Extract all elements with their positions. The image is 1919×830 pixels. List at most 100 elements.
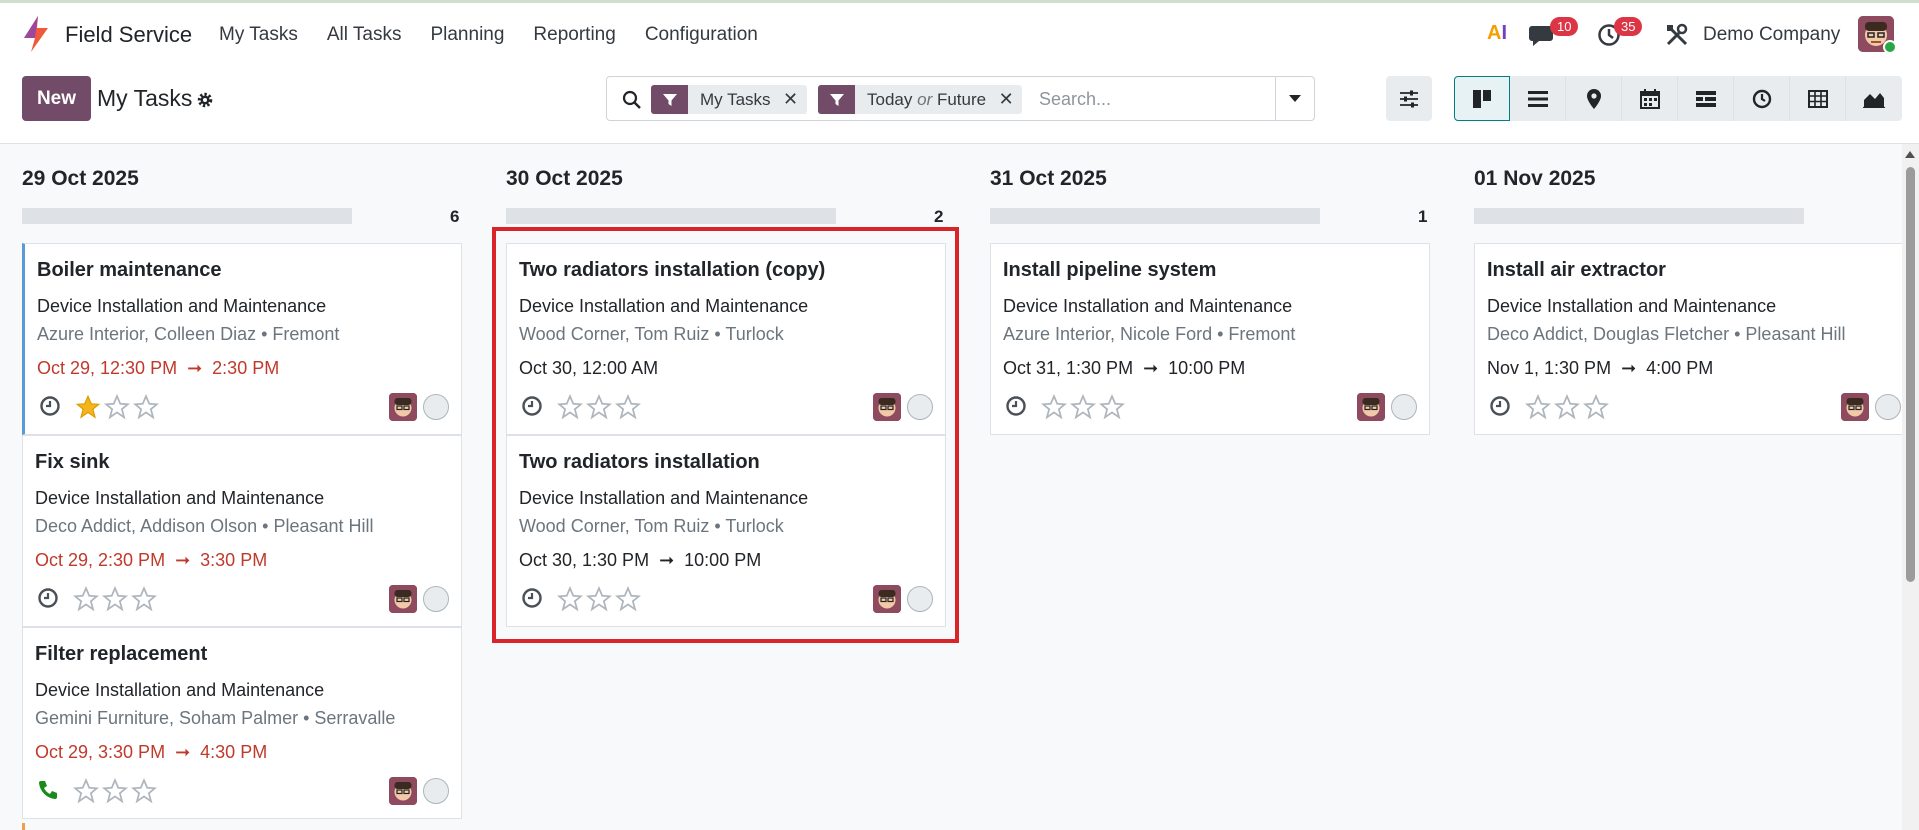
close-icon[interactable]: ✕ xyxy=(783,89,807,110)
menu-my-tasks[interactable]: My Tasks xyxy=(219,24,298,46)
task-state-toggle[interactable] xyxy=(423,394,449,420)
gantt-view-button[interactable] xyxy=(1678,76,1734,121)
star-icon[interactable] xyxy=(131,586,157,612)
star-icon[interactable] xyxy=(586,586,612,612)
kanban-column: 30 Oct 2025 2 Two radiators installation… xyxy=(506,144,946,830)
app-name[interactable]: Field Service xyxy=(65,22,192,48)
task-title: Install air extractor xyxy=(1487,259,1666,281)
clock-icon[interactable] xyxy=(1489,395,1511,417)
assignee-avatar[interactable] xyxy=(1357,393,1385,421)
star-icon[interactable] xyxy=(1099,394,1125,420)
column-progress-bar[interactable] xyxy=(506,208,836,224)
column-title[interactable]: 30 Oct 2025 xyxy=(506,167,623,191)
task-title: Two radiators installation (copy) xyxy=(519,259,826,281)
task-state-toggle[interactable] xyxy=(907,586,933,612)
scroll-up-arrow-icon[interactable] xyxy=(1905,151,1915,158)
star-icon[interactable] xyxy=(557,586,583,612)
task-date: Oct 29, 2:30 PM ➞ 3:30 PM xyxy=(35,550,268,570)
task-card[interactable]: Install air extractor Device Installatio… xyxy=(1474,243,1914,435)
search-options-toggle[interactable] xyxy=(1275,77,1314,120)
close-icon[interactable]: ✕ xyxy=(998,89,1022,110)
star-icon[interactable] xyxy=(1583,394,1609,420)
star-icon[interactable] xyxy=(75,394,101,420)
task-state-toggle[interactable] xyxy=(1875,394,1901,420)
scrollbar-thumb[interactable] xyxy=(1906,167,1915,582)
priority-stars xyxy=(557,586,641,612)
star-icon[interactable] xyxy=(73,778,99,804)
calendar-icon xyxy=(1639,88,1660,109)
assignee-avatar[interactable] xyxy=(389,585,417,613)
column-progress-bar[interactable] xyxy=(990,208,1320,224)
star-icon[interactable] xyxy=(615,586,641,612)
filter-panel-button[interactable] xyxy=(1386,76,1432,121)
map-view-button[interactable] xyxy=(1566,76,1622,121)
column-title[interactable]: 29 Oct 2025 xyxy=(22,167,139,191)
clock-icon[interactable] xyxy=(521,587,543,609)
company-switcher[interactable]: Demo Company xyxy=(1703,24,1840,46)
calendar-view-button[interactable] xyxy=(1622,76,1678,121)
star-icon[interactable] xyxy=(1554,394,1580,420)
task-project: Device Installation and Maintenance xyxy=(519,488,809,508)
assignee-avatar[interactable] xyxy=(389,393,417,421)
task-partner: Wood Corner, Tom Ruiz • Turlock xyxy=(519,516,784,536)
task-state-toggle[interactable] xyxy=(423,586,449,612)
star-icon[interactable] xyxy=(1041,394,1067,420)
graph-view-button[interactable] xyxy=(1846,76,1902,121)
new-button[interactable]: New xyxy=(22,76,91,121)
star-icon[interactable] xyxy=(557,394,583,420)
priority-stars xyxy=(75,394,159,420)
task-partner: Wood Corner, Tom Ruiz • Turlock xyxy=(519,324,784,344)
task-state-toggle[interactable] xyxy=(423,778,449,804)
phone-icon[interactable] xyxy=(37,779,59,801)
field-service-logo-icon[interactable] xyxy=(22,16,50,52)
clock-icon[interactable] xyxy=(39,395,61,417)
star-icon[interactable] xyxy=(131,778,157,804)
menu-reporting[interactable]: Reporting xyxy=(533,24,615,46)
column-progress-bar[interactable] xyxy=(22,208,352,224)
pivot-view-button[interactable] xyxy=(1790,76,1846,121)
gear-icon[interactable] xyxy=(196,91,214,109)
activity-view-button[interactable] xyxy=(1734,76,1790,121)
list-view-button[interactable] xyxy=(1510,76,1566,121)
task-card[interactable]: Filter replacement Device Installation a… xyxy=(22,627,462,819)
task-card[interactable]: Two radiators installation (copy) Device… xyxy=(506,243,946,435)
clock-icon[interactable] xyxy=(1005,395,1027,417)
column-title[interactable]: 31 Oct 2025 xyxy=(990,167,1107,191)
task-card[interactable]: Boiler maintenance Device Installation a… xyxy=(22,243,462,435)
assignee-avatar[interactable] xyxy=(1841,393,1869,421)
star-icon[interactable] xyxy=(73,586,99,612)
task-card[interactable]: Install pipeline system Device Installat… xyxy=(990,243,1430,435)
menu-planning[interactable]: Planning xyxy=(430,24,504,46)
star-icon[interactable] xyxy=(102,586,128,612)
clock-icon[interactable] xyxy=(37,587,59,609)
task-card[interactable]: Two radiators installation Device Instal… xyxy=(506,435,946,627)
priority-stars xyxy=(73,778,157,804)
assignee-avatar[interactable] xyxy=(389,777,417,805)
star-icon[interactable] xyxy=(586,394,612,420)
star-icon[interactable] xyxy=(1070,394,1096,420)
kanban-view-button[interactable] xyxy=(1454,76,1510,121)
menu-configuration[interactable]: Configuration xyxy=(645,24,758,46)
ai-icon[interactable]: AI xyxy=(1487,22,1507,45)
main-navbar: Field Service My Tasks All Tasks Plannin… xyxy=(0,3,1919,66)
assignee-avatar[interactable] xyxy=(873,393,901,421)
kanban-board: 29 Oct 2025 6 Boiler maintenance Device … xyxy=(0,144,1919,830)
star-icon[interactable] xyxy=(104,394,130,420)
star-icon[interactable] xyxy=(615,394,641,420)
task-partner: Gemini Furniture, Soham Palmer • Serrava… xyxy=(35,708,396,728)
task-state-toggle[interactable] xyxy=(907,394,933,420)
search-icon[interactable] xyxy=(622,90,642,110)
menu-all-tasks[interactable]: All Tasks xyxy=(327,24,402,46)
column-title[interactable]: 01 Nov 2025 xyxy=(1474,167,1595,191)
task-card[interactable]: Fix sink Device Installation and Mainten… xyxy=(22,435,462,627)
clock-icon[interactable] xyxy=(521,395,543,417)
task-state-toggle[interactable] xyxy=(1391,394,1417,420)
star-icon[interactable] xyxy=(133,394,159,420)
search-input[interactable] xyxy=(1039,86,1259,113)
star-icon[interactable] xyxy=(1525,394,1551,420)
assignee-avatar[interactable] xyxy=(873,585,901,613)
star-icon[interactable] xyxy=(102,778,128,804)
column-progress-bar[interactable] xyxy=(1474,208,1804,224)
tools-icon[interactable] xyxy=(1664,22,1690,48)
view-switcher xyxy=(1454,76,1902,121)
